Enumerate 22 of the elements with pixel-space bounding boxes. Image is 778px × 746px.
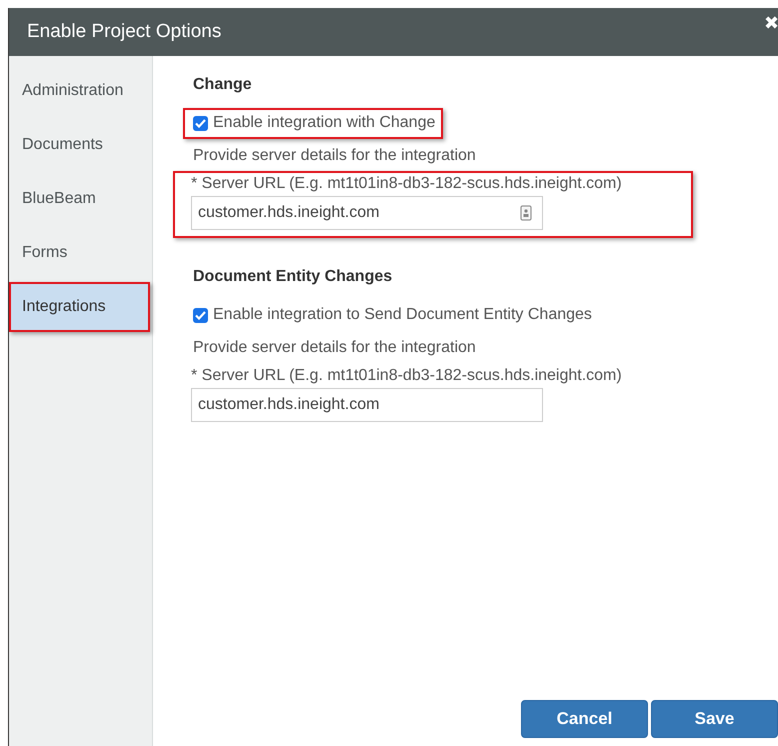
- sidebar-item[interactable]: Administration: [11, 68, 148, 114]
- autofill-icon[interactable]: [520, 205, 532, 221]
- section-heading: Document Entity Changes: [193, 268, 392, 286]
- field-label: * Server URL (E.g. mt1t01in8-db3-182-scus.hds.ineight.com): [191, 175, 622, 193]
- close-button[interactable]: ✖: [764, 12, 778, 34]
- sidebar-item[interactable]: Documents: [11, 122, 148, 168]
- section-heading: Change: [193, 76, 252, 94]
- hint-text: Provide server details for the integration: [193, 339, 476, 357]
- sidebar-item[interactable]: Forms: [11, 230, 148, 276]
- field-label: * Server URL (E.g. mt1t01in8-db3-182-scus.hds.ineight.com): [191, 367, 622, 385]
- hint-text: Provide server details for the integration: [193, 147, 476, 165]
- sidebar-item[interactable]: Integrations: [11, 284, 148, 330]
- checkbox[interactable]: [193, 116, 208, 130]
- checkbox-label: Enable integration to Send Document Entity Changes: [213, 306, 592, 324]
- save-button[interactable]: Save: [651, 700, 778, 738]
- checkbox[interactable]: [193, 308, 208, 322]
- checkbox-label: Enable integration with Change: [213, 114, 436, 132]
- cancel-button[interactable]: Cancel: [521, 700, 648, 738]
- sidebar-item[interactable]: BlueBeam: [11, 176, 148, 222]
- url-input-field[interactable]: customer.hds.ineight.com: [191, 196, 543, 230]
- url-input-field[interactable]: customer.hds.ineight.com: [191, 388, 543, 422]
- window-title: Enable Project Options: [27, 21, 222, 43]
